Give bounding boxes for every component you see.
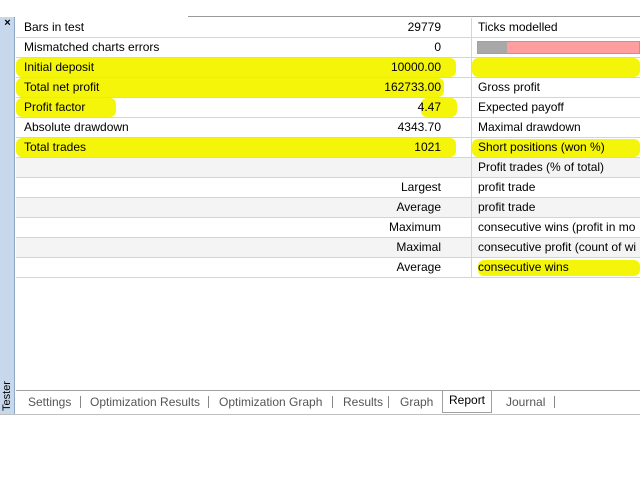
column-divider	[471, 238, 472, 258]
row-value	[316, 158, 441, 177]
column-divider	[471, 178, 472, 198]
table-row: Average profit trade	[16, 198, 640, 218]
tab-results[interactable]: Results	[337, 393, 389, 412]
column-divider	[471, 58, 472, 78]
row-right-label: consecutive profit (count of wi	[478, 240, 637, 254]
table-row: Profit trades (% of total)	[16, 158, 640, 178]
row-value: Largest	[400, 180, 441, 194]
row-value: 162733.00	[384, 80, 441, 94]
row-label: Bars in test	[24, 20, 85, 34]
row-label	[24, 178, 324, 197]
row-label	[24, 198, 324, 217]
top-divider	[188, 0, 640, 17]
table-row: Initial deposit 10000.00	[16, 58, 640, 78]
column-divider	[471, 78, 472, 98]
row-label	[24, 238, 324, 257]
row-value: 0	[434, 40, 441, 54]
empty-area	[0, 414, 640, 480]
row-value: 29779	[407, 20, 441, 34]
tab-report[interactable]: Report	[442, 391, 493, 413]
column-divider	[471, 258, 472, 278]
row-right-label: profit trade	[478, 200, 536, 214]
column-divider	[471, 138, 472, 158]
column-divider	[471, 198, 472, 218]
row-value: 1021	[414, 140, 441, 154]
column-divider	[471, 38, 472, 58]
tab-settings[interactable]: Settings	[22, 393, 77, 412]
column-divider	[471, 98, 472, 118]
tab-divider	[208, 396, 209, 408]
tab-optimization-graph[interactable]: Optimization Graph	[213, 393, 328, 412]
row-label: Profit factor	[24, 100, 86, 114]
row-label: Mismatched charts errors	[24, 40, 160, 54]
table-row: Mismatched charts errors 0	[16, 38, 640, 58]
report-table: Bars in test 29779 Ticks modelled Mismat…	[16, 18, 640, 278]
row-value: Average	[396, 200, 441, 214]
row-right-label: Gross profit	[478, 80, 541, 94]
column-divider	[471, 218, 472, 238]
row-right-label: Maximal drawdown	[478, 120, 581, 134]
row-right-label: profit trade	[478, 180, 536, 194]
row-value: 4.47	[417, 100, 441, 114]
row-right-label: Profit trades (% of total)	[478, 160, 605, 174]
tab-divider	[554, 396, 555, 408]
tab-divider	[332, 396, 333, 408]
table-row: Total net profit 162733.00 Gross profit	[16, 78, 640, 98]
modelling-quality-fill	[478, 42, 507, 53]
row-right-label	[478, 58, 640, 77]
row-right-label: Ticks modelled	[478, 20, 558, 34]
row-label: Total trades	[24, 140, 87, 154]
row-value: 10000.00	[390, 60, 441, 74]
tab-journal[interactable]: Journal	[500, 393, 551, 412]
close-icon[interactable]: ×	[2, 18, 13, 29]
table-row: Average consecutive wins	[16, 258, 640, 278]
table-row: Maximum consecutive wins (profit in mo	[16, 218, 640, 238]
table-row: Bars in test 29779 Ticks modelled	[16, 18, 640, 38]
row-value: Average	[396, 260, 441, 274]
table-row: Absolute drawdown 4343.70 Maximal drawdo…	[16, 118, 640, 138]
row-value: Maximum	[388, 220, 441, 234]
row-right-label: consecutive wins (profit in mo	[478, 220, 636, 234]
row-label: Total net profit	[24, 80, 100, 94]
side-title: Tester	[1, 381, 13, 411]
modelling-quality-bar	[477, 41, 640, 54]
tester-side-panel: × Tester	[0, 17, 15, 414]
column-divider	[471, 18, 472, 38]
table-row: Profit factor 4.47 Expected payoff	[16, 98, 640, 118]
tester-tabs: Settings Optimization Results Optimizati…	[16, 390, 640, 414]
row-label	[24, 218, 324, 237]
row-right-label: Expected payoff	[478, 100, 564, 114]
table-row: Largest profit trade	[16, 178, 640, 198]
tab-divider	[388, 396, 389, 408]
row-right-label: Short positions (won %)	[478, 140, 605, 154]
row-label: Initial deposit	[24, 60, 95, 74]
tab-graph[interactable]: Graph	[394, 393, 439, 412]
column-divider	[471, 118, 472, 138]
tab-divider	[80, 396, 81, 408]
table-row: Maximal consecutive profit (count of wi	[16, 238, 640, 258]
row-value: 4343.70	[397, 120, 441, 134]
row-label: Absolute drawdown	[24, 120, 129, 134]
tab-optimization-results[interactable]: Optimization Results	[84, 393, 206, 412]
row-label	[24, 258, 324, 277]
row-value: Maximal	[396, 240, 441, 254]
row-label	[24, 158, 324, 177]
table-row: Total trades 1021 Short positions (won %…	[16, 138, 640, 158]
row-right-label: consecutive wins	[478, 260, 569, 274]
column-divider	[471, 158, 472, 178]
